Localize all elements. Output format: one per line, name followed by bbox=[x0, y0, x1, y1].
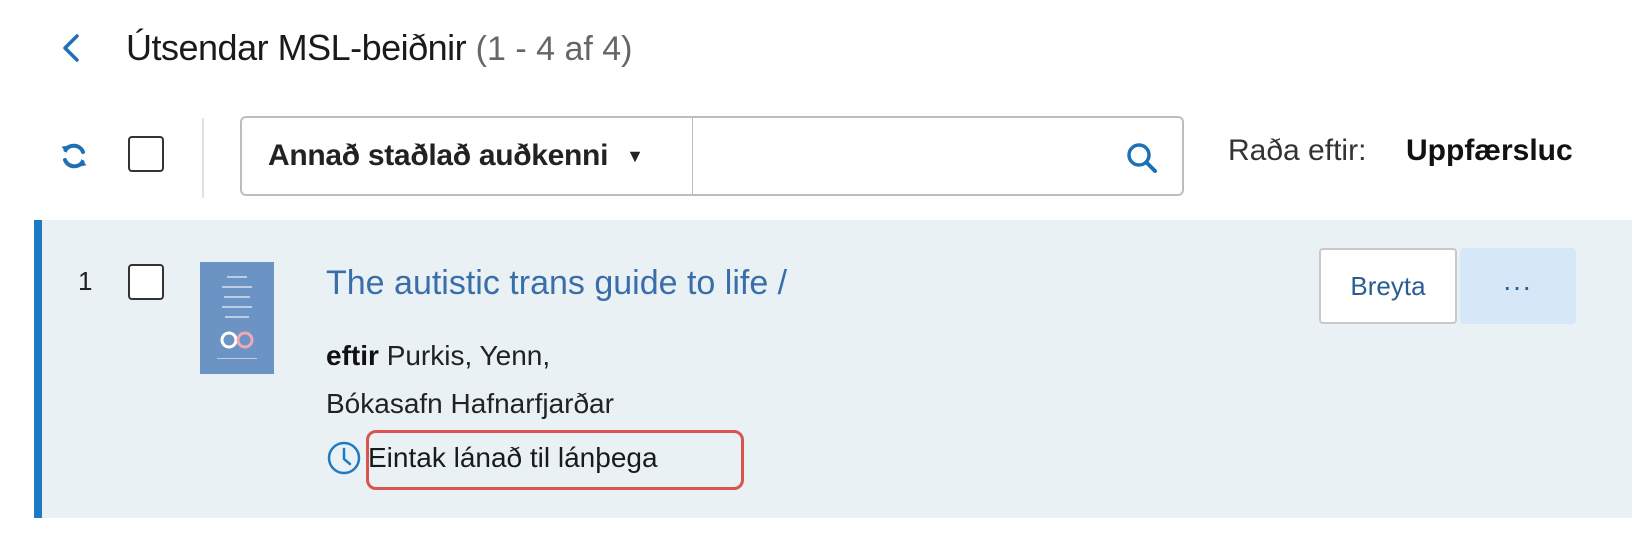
item-title-link[interactable]: The autistic trans guide to life / bbox=[326, 264, 787, 303]
toolbar-divider bbox=[202, 118, 204, 198]
item-library: Bókasafn Hafnarfjarðar bbox=[326, 388, 614, 419]
clock-icon bbox=[327, 441, 361, 475]
select-all-checkbox[interactable] bbox=[128, 136, 164, 172]
cover-graphic bbox=[220, 331, 254, 349]
refresh-icon[interactable] bbox=[58, 140, 90, 172]
more-actions-button[interactable]: ... bbox=[1460, 248, 1576, 324]
row-checkbox[interactable] bbox=[128, 264, 164, 300]
caret-down-icon: ▼ bbox=[626, 145, 644, 166]
author-prefix: eftir bbox=[326, 340, 379, 371]
list-item[interactable]: 1 The autistic trans guide to life / eft… bbox=[34, 220, 1632, 518]
sort-label: Raða eftir: bbox=[1228, 134, 1367, 167]
page-header: Útsendar MSL-beiðnir (1 - 4 af 4) bbox=[0, 0, 1632, 100]
back-button[interactable] bbox=[56, 30, 86, 66]
status-text: Eintak lánað til lánþega bbox=[368, 442, 658, 473]
item-author: eftir Purkis, Yenn, bbox=[326, 340, 550, 372]
page-title: Útsendar MSL-beiðnir (1 - 4 af 4) bbox=[126, 24, 633, 73]
edit-button[interactable]: Breyta bbox=[1319, 248, 1457, 324]
page-title-text: Útsendar MSL-beiðnir bbox=[126, 27, 467, 68]
search-input[interactable] bbox=[703, 128, 1103, 184]
author-name: Purkis, Yenn, bbox=[386, 340, 551, 371]
more-icon: ... bbox=[1503, 265, 1533, 296]
item-status: Eintak lánað til lánþega bbox=[326, 438, 658, 478]
sort-dropdown[interactable]: Uppfærsluc bbox=[1406, 134, 1573, 168]
row-number: 1 bbox=[78, 266, 93, 296]
toolbar: Annað staðlað auðkenni ▼ Raða eftir: Upp… bbox=[0, 112, 1632, 200]
search-icon[interactable] bbox=[1124, 140, 1160, 176]
book-cover-thumbnail[interactable] bbox=[200, 262, 274, 374]
search-box bbox=[692, 116, 1184, 196]
chevron-left-icon bbox=[63, 34, 79, 62]
result-count: (1 - 4 af 4) bbox=[475, 30, 633, 68]
search-field-dropdown[interactable]: Annað staðlað auðkenni ▼ bbox=[240, 116, 694, 196]
search-field-label: Annað staðlað auðkenni bbox=[268, 139, 609, 172]
